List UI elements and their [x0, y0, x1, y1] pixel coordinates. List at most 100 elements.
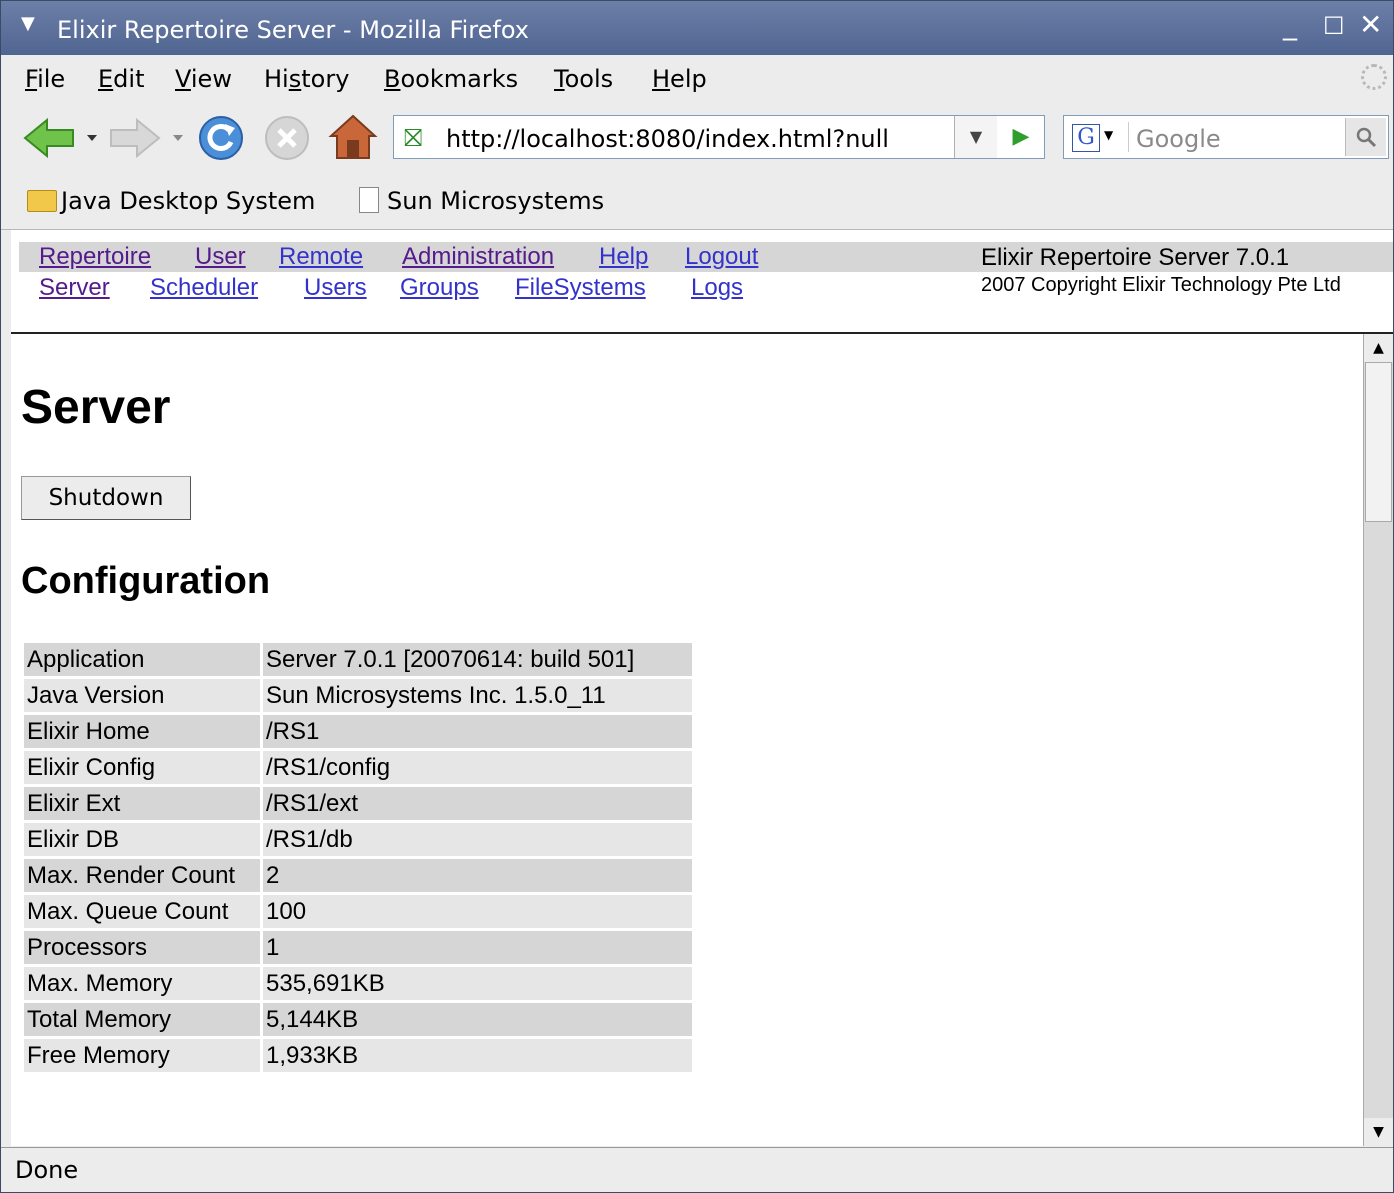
table-row: Application Server 7.0.1 [20070614: build… — [24, 643, 692, 676]
config-value: Sun Microsystems Inc. 1.5.0_11 — [263, 679, 692, 712]
nav-link-repertoire[interactable]: Repertoire — [39, 243, 151, 271]
url-input[interactable]: http://localhost:8080/index.html?null — [446, 125, 889, 153]
config-value: 100 — [263, 895, 692, 928]
search-input[interactable]: Google — [1136, 125, 1221, 153]
site-favicon: ⛝ — [404, 124, 423, 152]
nav-link-logs[interactable]: Logs — [691, 274, 743, 302]
config-value: 2 — [263, 859, 692, 892]
config-value: /RS1 — [263, 715, 692, 748]
stop-icon[interactable] — [263, 114, 311, 162]
copyright-text: 2007 Copyright Elixir Technology Pte Ltd — [981, 274, 1341, 296]
menu-bookmarks[interactable]: Bookmarks — [384, 65, 518, 93]
config-key: Elixir Config — [24, 751, 260, 784]
config-value: 1,933KB — [263, 1039, 692, 1072]
table-row: Free Memory 1,933KB — [24, 1039, 692, 1072]
home-icon[interactable] — [327, 112, 379, 162]
table-row: Elixir DB/RS1/db — [24, 823, 692, 856]
forward-icon[interactable] — [107, 116, 187, 160]
nav-link-groups[interactable]: Groups — [400, 274, 479, 302]
config-key: Max. Queue Count — [24, 895, 260, 928]
config-key: Java Version — [24, 679, 260, 712]
url-bar[interactable]: ⛝ http://localhost:8080/index.html?null … — [393, 115, 1045, 159]
window-title: Elixir Repertoire Server - Mozilla Firef… — [57, 16, 529, 44]
scroll-down-icon[interactable]: ▼ — [1364, 1118, 1393, 1146]
folder-icon — [27, 190, 57, 212]
search-bar[interactable]: G ▼ Google — [1063, 115, 1389, 159]
table-row: Elixir Config/RS1/config — [24, 751, 692, 784]
bookmarks-toolbar: Java Desktop System Sun Microsystems — [1, 173, 1393, 230]
scroll-up-icon[interactable]: ▲ — [1364, 334, 1393, 362]
search-button[interactable] — [1345, 118, 1386, 156]
nav-link-server[interactable]: Server — [39, 274, 110, 302]
config-key: Elixir Ext — [24, 787, 260, 820]
config-key: Elixir DB — [24, 823, 260, 856]
nav-link-user[interactable]: User — [195, 243, 246, 271]
title-bar: ▼ Elixir Repertoire Server - Mozilla Fir… — [1, 1, 1393, 55]
page-title: Server — [21, 381, 171, 434]
table-row: Elixir Ext/RS1/ext — [24, 787, 692, 820]
config-value: 1 — [263, 931, 692, 964]
status-bar: Done — [1, 1147, 1393, 1192]
config-value: /RS1/config — [263, 751, 692, 784]
table-row: Elixir Home/RS1 — [24, 715, 692, 748]
menu-edit[interactable]: Edit — [98, 65, 144, 93]
app-name: Elixir Repertoire Server 7.0.1 — [981, 244, 1290, 271]
maximize-icon[interactable]: ☐ — [1323, 14, 1345, 38]
status-text: Done — [15, 1156, 79, 1184]
throbber-icon — [1361, 64, 1387, 90]
table-row: Total Memory 5,144KB — [24, 1003, 692, 1036]
nav-link-remote[interactable]: Remote — [279, 243, 363, 271]
menu-bar: File Edit View History Bookmarks Tools H… — [1, 56, 1393, 102]
reload-icon[interactable] — [197, 114, 245, 162]
page-content: Repertoire User Remote Administration He… — [11, 230, 1393, 1146]
config-value: /RS1/db — [263, 823, 692, 856]
main-frame: Server Shutdown Configuration Applicatio… — [11, 334, 1393, 1146]
window-menu-icon[interactable]: ▼ — [21, 13, 35, 34]
menu-file[interactable]: File — [25, 65, 65, 93]
config-value: 535,691KB — [263, 967, 692, 1000]
close-icon[interactable]: ✕ — [1359, 11, 1382, 39]
scrollbar-thumb[interactable] — [1365, 362, 1392, 522]
search-engine-selector[interactable]: G ▼ — [1070, 122, 1129, 152]
table-row: Max. Render Count 2 — [24, 859, 692, 892]
navigation-toolbar: ⛝ http://localhost:8080/index.html?null … — [1, 102, 1393, 172]
configuration-table: Application Server 7.0.1 [20070614: build… — [21, 640, 695, 1075]
minimize-icon[interactable]: _ — [1283, 11, 1297, 39]
chevron-down-icon: ▼ — [1104, 128, 1114, 142]
config-key: Processors — [24, 931, 260, 964]
url-dropdown-icon[interactable]: ▼ — [954, 116, 997, 158]
magnifier-icon — [1356, 127, 1377, 148]
back-icon[interactable] — [21, 116, 101, 160]
nav-link-administration[interactable]: Administration — [402, 243, 554, 271]
config-key: Total Memory — [24, 1003, 260, 1036]
bookmark-java-desktop-system[interactable]: Java Desktop System — [27, 187, 315, 215]
nav-link-scheduler[interactable]: Scheduler — [150, 274, 258, 302]
table-row: Max. Queue Count 100 — [24, 895, 692, 928]
menu-history[interactable]: History — [264, 65, 349, 93]
config-value: 5,144KB — [263, 1003, 692, 1036]
config-key: Max. Memory — [24, 967, 260, 1000]
menu-view[interactable]: View — [175, 65, 232, 93]
google-icon: G — [1072, 124, 1100, 152]
nav-link-users[interactable]: Users — [304, 274, 367, 302]
config-heading: Configuration — [21, 560, 271, 602]
nav-link-logout[interactable]: Logout — [685, 243, 758, 271]
shutdown-button[interactable]: Shutdown — [21, 476, 191, 520]
table-row: Java Version Sun Microsystems Inc. 1.5.0_… — [24, 679, 692, 712]
page-icon — [359, 187, 379, 213]
vertical-scrollbar[interactable]: ▲ ▼ — [1363, 334, 1393, 1146]
menu-tools[interactable]: Tools — [554, 65, 613, 93]
nav-link-help[interactable]: Help — [599, 243, 648, 271]
config-key: Free Memory — [24, 1039, 260, 1072]
config-key: Application — [24, 643, 260, 676]
config-key: Max. Render Count — [24, 859, 260, 892]
table-row: Max. Memory 535,691KB — [24, 967, 692, 1000]
nav-link-filesystems[interactable]: FileSystems — [515, 274, 646, 302]
config-key: Elixir Home — [24, 715, 260, 748]
go-button[interactable]: ▶ — [998, 116, 1044, 158]
browser-window: ▼ Elixir Repertoire Server - Mozilla Fir… — [0, 0, 1394, 1193]
config-value: Server 7.0.1 [20070614: build 501] — [263, 643, 692, 676]
bookmark-sun-microsystems[interactable]: Sun Microsystems — [359, 187, 604, 215]
menu-help[interactable]: Help — [652, 65, 707, 93]
table-row: Processors 1 — [24, 931, 692, 964]
